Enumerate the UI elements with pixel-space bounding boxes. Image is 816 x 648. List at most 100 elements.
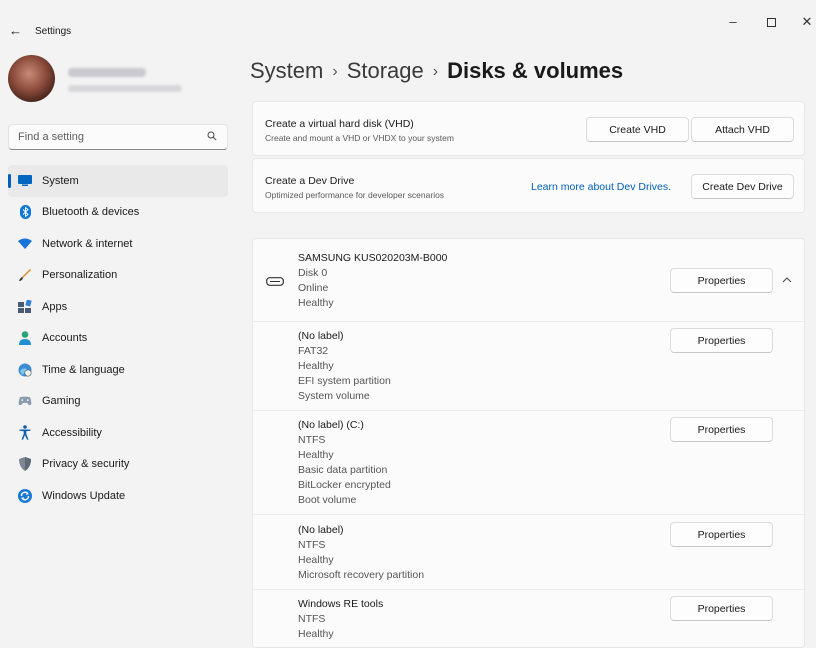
volume-row: (No label) NTFS Healthy Microsoft recove…: [253, 515, 804, 590]
back-arrow-icon[interactable]: ←: [9, 23, 22, 38]
create-dev-drive-button[interactable]: Create Dev Drive: [691, 174, 794, 199]
breadcrumb: System › Storage › Disks & volumes: [250, 58, 623, 84]
title-bar: ← Settings – ✕: [0, 14, 816, 44]
globe-clock-icon: [18, 363, 32, 377]
volume-role: Boot volume: [298, 494, 357, 506]
disk-health: Healthy: [298, 297, 334, 309]
volume-health: Healthy: [298, 628, 334, 640]
sidebar-item-label: Accessibility: [42, 426, 102, 439]
accessibility-icon: [18, 425, 32, 441]
apps-icon: [18, 300, 32, 314]
sidebar-item-network[interactable]: Network & internet: [8, 228, 228, 260]
volume-role: System volume: [298, 390, 370, 402]
system-icon: [18, 174, 32, 188]
bluetooth-icon: [18, 205, 32, 220]
volume-label: (No label): [298, 330, 344, 342]
vhd-card-title: Create a virtual hard disk (VHD): [265, 118, 414, 130]
volume-properties-button[interactable]: Properties: [670, 417, 773, 442]
volume-type: Microsoft recovery partition: [298, 569, 425, 581]
sidebar-item-label: Apps: [42, 300, 68, 313]
volume-label: Windows RE tools: [298, 598, 384, 610]
active-indicator: [8, 174, 11, 188]
sidebar-item-system[interactable]: System: [8, 165, 228, 197]
volume-row: (No label) FAT32 Healthy EFI system part…: [253, 322, 804, 411]
controller-icon: [18, 394, 32, 408]
profile-email: [68, 85, 182, 92]
brush-icon: [18, 268, 32, 282]
volume-label: (No label): [298, 524, 344, 536]
disk-status: Online: [298, 282, 329, 294]
sidebar-item-personalization[interactable]: Personalization: [8, 260, 228, 292]
sidebar-item-label: Windows Update: [42, 489, 126, 502]
sidebar-item-privacy[interactable]: Privacy & security: [8, 449, 228, 481]
create-vhd-button[interactable]: Create VHD: [586, 117, 689, 142]
sidebar-item-label: Accounts: [42, 332, 88, 345]
disk-panel: SAMSUNG KUS020203M-B000 Disk 0 Online He…: [252, 238, 805, 648]
update-icon: [18, 488, 32, 503]
settings-window: ← Settings – ✕ System Bluetooth & device…: [0, 0, 816, 648]
attach-vhd-button[interactable]: Attach VHD: [691, 117, 794, 142]
shield-icon: [18, 457, 32, 472]
search-box[interactable]: [8, 124, 228, 150]
sidebar-item-gaming[interactable]: Gaming: [8, 386, 228, 418]
sidebar-item-label: Personalization: [42, 269, 118, 282]
volume-filesystem: NTFS: [298, 613, 326, 625]
learn-more-dev-drives-link[interactable]: Learn more about Dev Drives.: [531, 181, 671, 193]
volume-row: (No label) (C:) NTFS Healthy Basic data …: [253, 411, 804, 515]
person-icon: [18, 331, 32, 346]
sidebar-item-apps[interactable]: Apps: [8, 291, 228, 323]
volume-type: Basic data partition: [298, 464, 388, 476]
vhd-card: Create a virtual hard disk (VHD) Create …: [252, 101, 805, 156]
volume-filesystem: NTFS: [298, 434, 326, 446]
breadcrumb-separator: ›: [432, 63, 439, 80]
drive-icon: [266, 277, 284, 286]
breadcrumb-storage[interactable]: Storage: [347, 58, 424, 83]
minimize-button[interactable]: –: [723, 14, 743, 29]
sidebar-item-label: System: [42, 174, 79, 187]
disk-properties-button[interactable]: Properties: [670, 268, 773, 293]
sidebar-item-label: Privacy & security: [42, 458, 130, 471]
volume-filesystem: NTFS: [298, 539, 326, 551]
chevron-up-icon[interactable]: [781, 275, 793, 285]
disk-header[interactable]: SAMSUNG KUS020203M-B000 Disk 0 Online He…: [253, 239, 804, 322]
volume-encryption: BitLocker encrypted: [298, 479, 391, 491]
sidebar-item-windows-update[interactable]: Windows Update: [8, 480, 228, 512]
volume-properties-button[interactable]: Properties: [670, 328, 773, 353]
wifi-icon: [18, 237, 32, 251]
sidebar-item-bluetooth[interactable]: Bluetooth & devices: [8, 197, 228, 229]
sidebar-item-accessibility[interactable]: Accessibility: [8, 417, 228, 449]
dev-drive-card: Create a Dev Drive Optimized performance…: [252, 158, 805, 213]
close-button[interactable]: ✕: [797, 14, 816, 30]
app-title: Settings: [35, 26, 72, 37]
volume-label: (No label) (C:): [298, 419, 364, 431]
maximize-icon: [766, 18, 776, 27]
profile-name: [68, 68, 146, 77]
sidebar-item-label: Network & internet: [42, 237, 133, 250]
page-title: Disks & volumes: [447, 58, 624, 83]
breadcrumb-separator: ›: [332, 63, 338, 80]
breadcrumb-system[interactable]: System: [250, 58, 323, 83]
volume-health: Healthy: [298, 360, 334, 372]
dev-drive-card-subtitle: Optimized performance for developer scen…: [265, 190, 445, 200]
search-input[interactable]: [9, 125, 189, 149]
volume-row: Windows RE tools NTFS Healthy Properties: [253, 590, 804, 647]
volume-health: Healthy: [298, 449, 334, 461]
sidebar-item-time-language[interactable]: Time & language: [8, 354, 228, 386]
volume-filesystem: FAT32: [298, 345, 329, 357]
disk-name: SAMSUNG KUS020203M-B000: [298, 252, 448, 264]
sidebar-item-label: Gaming: [42, 395, 81, 408]
avatar[interactable]: [8, 55, 55, 102]
volume-properties-button[interactable]: Properties: [670, 596, 773, 621]
volume-properties-button[interactable]: Properties: [670, 522, 773, 547]
disk-number: Disk 0: [298, 267, 328, 279]
volume-health: Healthy: [298, 554, 334, 566]
sidebar-item-label: Time & language: [42, 363, 125, 376]
volume-type: EFI system partition: [298, 375, 391, 387]
search-icon: [207, 131, 217, 141]
vhd-card-subtitle: Create and mount a VHD or VHDX to your s…: [265, 133, 454, 143]
sidebar-item-label: Bluetooth & devices: [42, 206, 140, 219]
sidebar-nav: System Bluetooth & devices Network & int…: [0, 165, 230, 512]
sidebar-item-accounts[interactable]: Accounts: [8, 323, 228, 355]
dev-drive-card-title: Create a Dev Drive: [265, 175, 355, 187]
maximize-button[interactable]: [761, 14, 781, 30]
